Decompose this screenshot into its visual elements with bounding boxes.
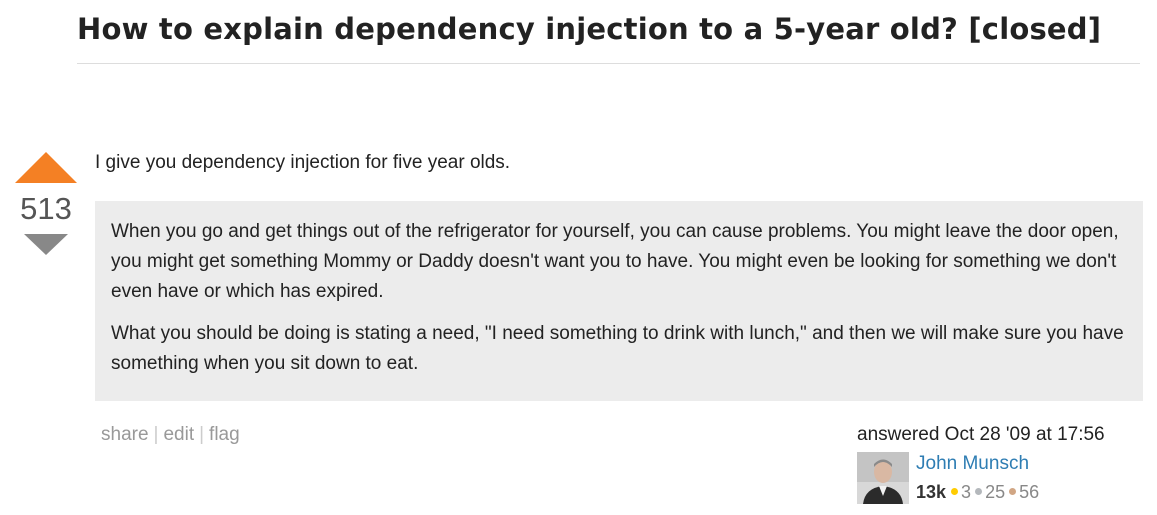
quote-paragraph: When you go and get things out of the re…: [111, 221, 1119, 302]
flag-link[interactable]: flag: [209, 424, 240, 445]
question-title[interactable]: How to explain dependency injection to a…: [77, 12, 1101, 46]
gold-badge-count: 3: [961, 482, 972, 502]
menu-separator: |: [153, 424, 159, 445]
answered-timestamp: answered Oct 28 '09 at 17:56: [857, 424, 1105, 445]
bronze-badge-count: 56: [1019, 482, 1040, 502]
bronze-badge-icon: [1009, 488, 1017, 495]
quote-paragraph: What you should be doing is stating a ne…: [111, 323, 1124, 374]
title-divider: [77, 63, 1140, 64]
post-menu: share | edit | flag: [101, 424, 240, 446]
user-info-card: answered Oct 28 '09 at 17:56 John Munsch…: [857, 424, 1137, 504]
answer-blockquote: When you go and get things out of the re…: [95, 201, 1143, 401]
vote-column: 513: [14, 152, 78, 255]
silver-badge-count: 25: [985, 482, 1006, 502]
user-avatar-icon[interactable]: [857, 452, 909, 504]
gold-badge-icon: [951, 488, 959, 495]
user-details: John Munsch 13k 3 25 56: [857, 452, 1137, 504]
bronze-badge: 56: [1009, 482, 1039, 503]
silver-badge: 25: [975, 482, 1005, 503]
answer-intro-text: I give you dependency injection for five…: [95, 152, 511, 173]
user-stats: 13k 3 25 56: [916, 482, 1043, 503]
edit-link[interactable]: edit: [163, 424, 194, 445]
reputation-score: 13k: [916, 482, 947, 502]
user-name-link[interactable]: John Munsch: [916, 453, 1029, 475]
gold-badge: 3: [951, 482, 971, 503]
share-link[interactable]: share: [101, 424, 149, 445]
upvote-arrow-icon[interactable]: [15, 152, 77, 183]
silver-badge-icon: [975, 488, 983, 495]
menu-separator: |: [199, 424, 205, 445]
vote-count: 513: [20, 191, 72, 226]
downvote-arrow-icon[interactable]: [24, 234, 68, 255]
